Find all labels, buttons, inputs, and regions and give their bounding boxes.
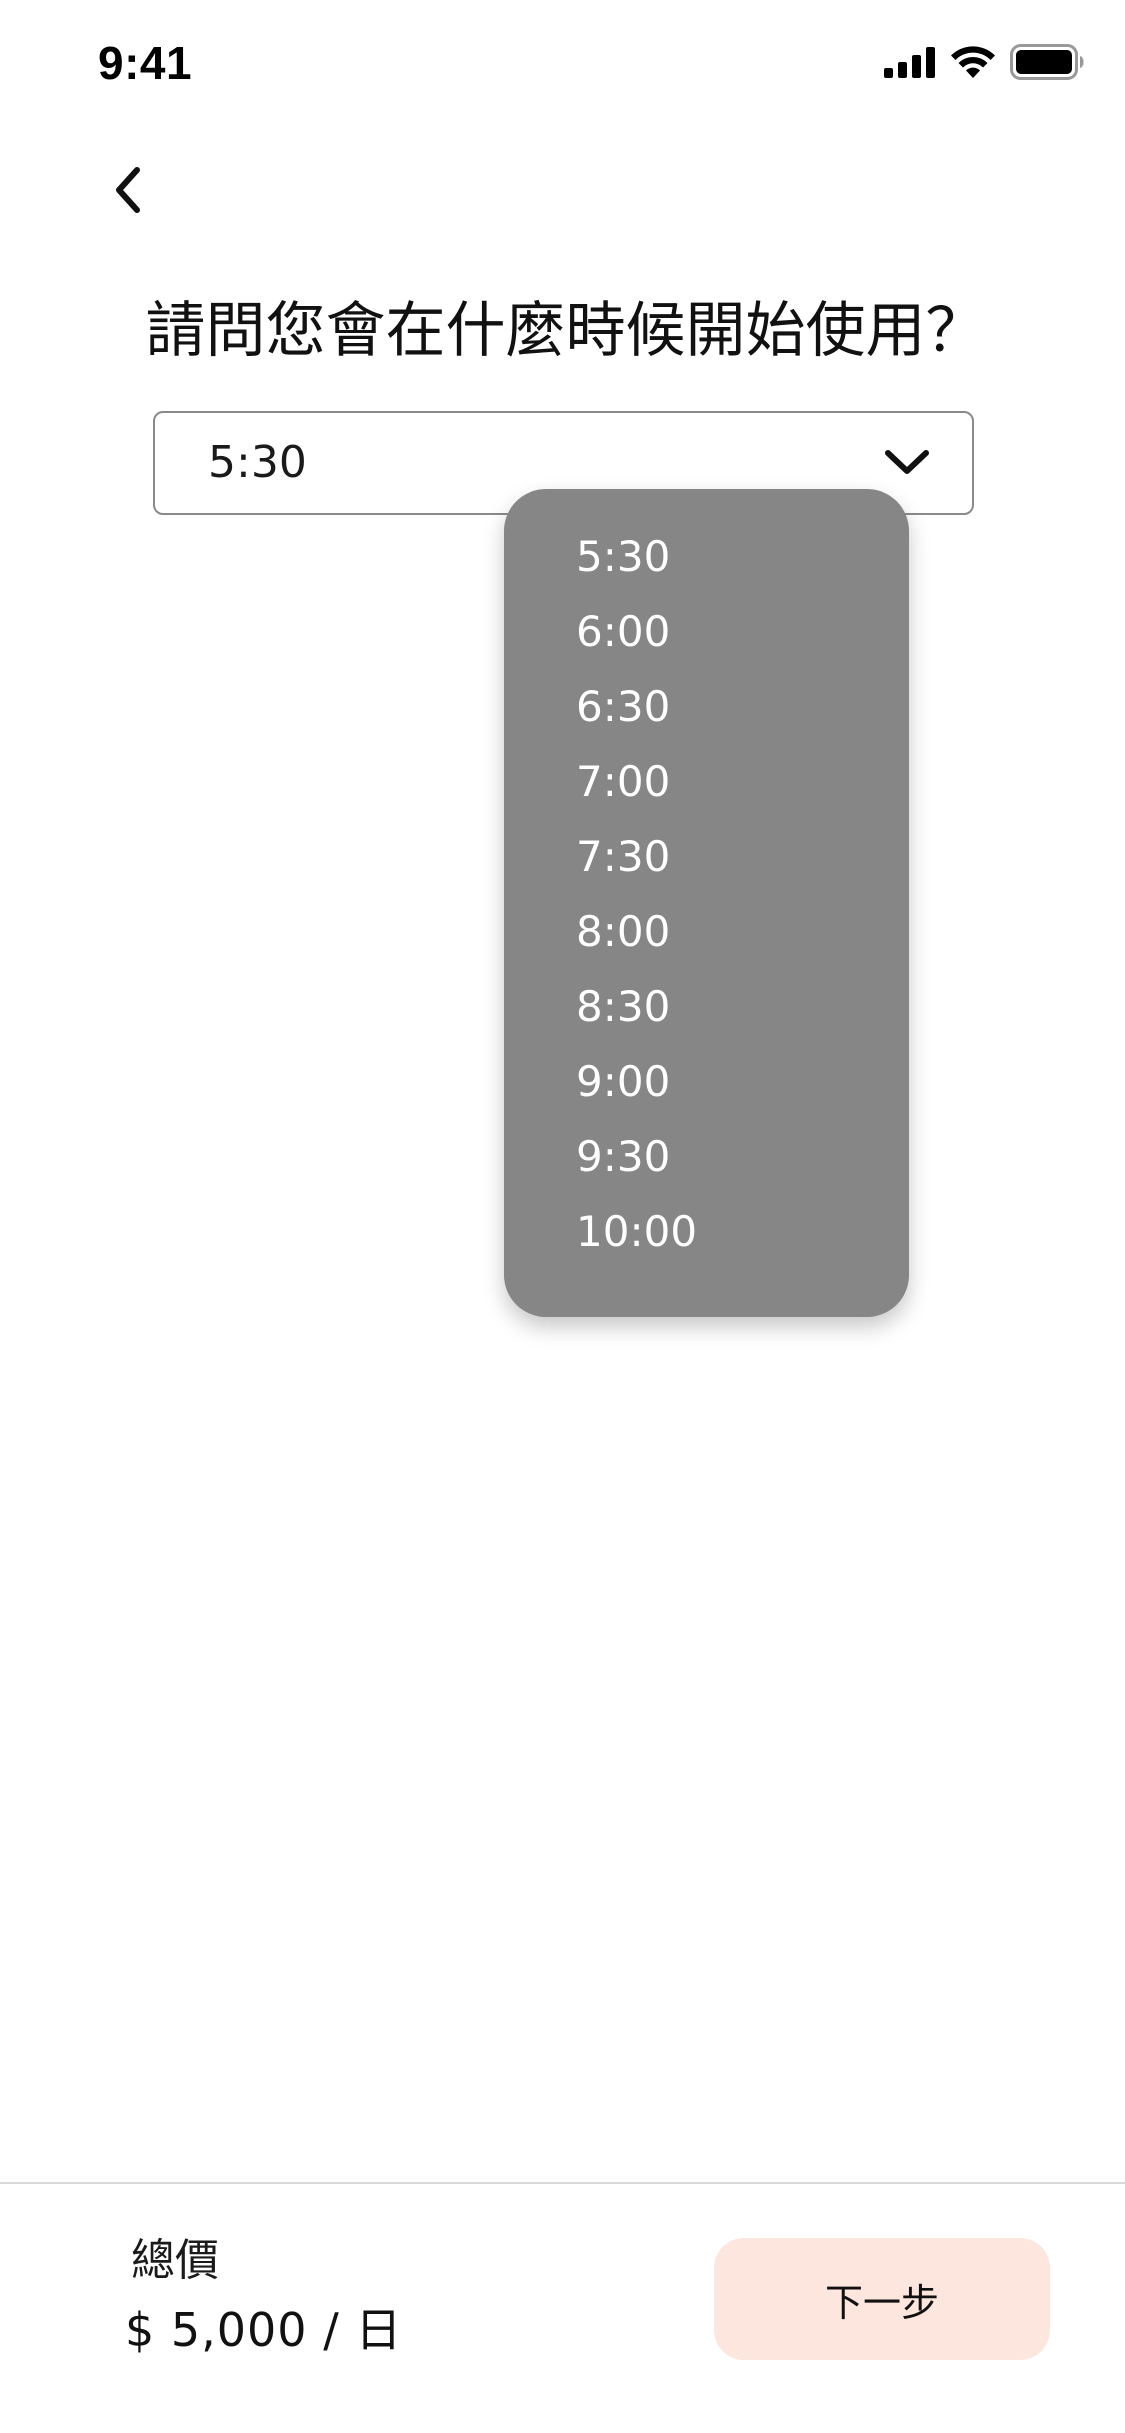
- dropdown-option[interactable]: 6:00: [504, 594, 909, 669]
- page-title: 請問您會在什麼時候開始使用？: [145, 296, 986, 366]
- dropdown-option[interactable]: 9:00: [504, 1044, 909, 1119]
- chevron-down-icon: [882, 441, 932, 485]
- back-button[interactable]: [95, 160, 159, 224]
- status-time: 9:41: [98, 37, 193, 89]
- total-label: 總價: [131, 2235, 219, 2286]
- wifi-icon: [950, 45, 996, 83]
- next-button[interactable]: 下一步: [714, 2238, 1050, 2360]
- total-price: $ 5,000 / 日: [125, 2303, 403, 2357]
- dropdown-option[interactable]: 7:00: [504, 744, 909, 819]
- select-value: 5:30: [208, 437, 307, 488]
- chevron-left-icon: [111, 166, 143, 218]
- cellular-signal-icon: [884, 46, 936, 82]
- dropdown-option[interactable]: 10:00: [504, 1194, 909, 1269]
- battery-icon: [1010, 44, 1084, 84]
- status-bar: 9:41: [0, 0, 1125, 132]
- bottom-bar: 總價 $ 5,000 / 日 下一步: [0, 2182, 1125, 2433]
- dropdown-option[interactable]: 8:00: [504, 894, 909, 969]
- dropdown-option[interactable]: 6:30: [504, 669, 909, 744]
- time-dropdown-menu: 5:30 6:00 6:30 7:00 7:30 8:00 8:30 9:00 …: [504, 489, 909, 1317]
- dropdown-option[interactable]: 9:30: [504, 1119, 909, 1194]
- dropdown-option[interactable]: 5:30: [504, 519, 909, 594]
- dropdown-option[interactable]: 7:30: [504, 819, 909, 894]
- status-icons: [884, 44, 1084, 84]
- dropdown-option[interactable]: 8:30: [504, 969, 909, 1044]
